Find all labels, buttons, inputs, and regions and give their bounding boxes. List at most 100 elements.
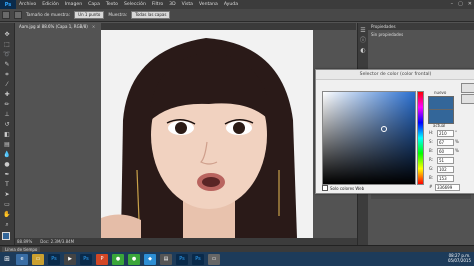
red-field-label: R: bbox=[429, 157, 434, 162]
quick-select-tool-icon[interactable]: ✎ bbox=[3, 61, 11, 69]
zoom-level[interactable]: 88.89% bbox=[17, 239, 32, 244]
menu-vista[interactable]: Vista bbox=[179, 2, 196, 7]
photoshop-taskbar-icon-2[interactable]: Ps bbox=[80, 253, 92, 265]
color-field[interactable] bbox=[322, 91, 416, 185]
system-clock[interactable]: 08:27 p.m. 05/07/2015 bbox=[448, 253, 471, 263]
menu-ventana[interactable]: Ventana bbox=[196, 2, 221, 7]
blur-tool-icon[interactable]: 💧 bbox=[3, 151, 11, 159]
app-green-icon[interactable]: ● bbox=[112, 253, 124, 265]
tools-panel: ✥ ⬚ ➰ ✎ ⌗ ⁄ ✚ ✏ ⊥ ↺ ◧ ▤ 💧 ● ✒ T ➤ ▭ ✋ ⌕ bbox=[0, 23, 15, 245]
marquee-tool-icon[interactable]: ⬚ bbox=[3, 41, 11, 49]
brush-tool-icon[interactable]: ✏ bbox=[3, 101, 11, 109]
photoshop-taskbar-icon[interactable]: Ps bbox=[48, 253, 60, 265]
menu-capa[interactable]: Capa bbox=[85, 2, 103, 7]
document-tab-bar: Aam.jpg al 88.6% (Capa 1, RGB/8) × bbox=[16, 23, 356, 30]
hue-input[interactable]: 210 bbox=[437, 130, 454, 137]
hex-input[interactable]: 336699 bbox=[435, 184, 460, 191]
sample-layers-select[interactable]: Todas las capas bbox=[131, 11, 171, 19]
document-canvas-image[interactable] bbox=[101, 30, 313, 238]
photoshop-taskbar-icon-4[interactable]: Ps bbox=[192, 253, 204, 265]
windows-taskbar: ⊞ e ▭ Ps ▶ Ps P ● ● ◆ ▤ Ps Ps ▭ 08:27 p.… bbox=[0, 252, 474, 266]
media-player-icon[interactable]: ▶ bbox=[64, 253, 76, 265]
adjustments-panel-icon[interactable]: ◐ bbox=[359, 47, 367, 55]
web-colors-label: Solo colores Web bbox=[330, 185, 365, 191]
menu-ayuda[interactable]: Ayuda bbox=[221, 2, 241, 7]
document-tab[interactable]: Aam.jpg al 88.6% (Capa 1, RGB/8) × bbox=[16, 23, 102, 30]
menu-filtro[interactable]: Filtro bbox=[149, 2, 166, 7]
app-green-icon-2[interactable]: ● bbox=[128, 253, 140, 265]
zoom-tool-icon[interactable]: ⌕ bbox=[3, 221, 11, 229]
foreground-color-swatch[interactable] bbox=[2, 232, 10, 240]
portrait-photo bbox=[101, 30, 313, 238]
menu-archivo[interactable]: Archivo bbox=[16, 2, 39, 7]
history-panel-icon[interactable]: ☰ bbox=[359, 27, 367, 35]
web-colors-checkbox[interactable] bbox=[322, 185, 328, 191]
dodge-tool-icon[interactable]: ● bbox=[3, 161, 11, 169]
clone-stamp-tool-icon[interactable]: ⊥ bbox=[3, 111, 11, 119]
cancel-button[interactable] bbox=[461, 94, 474, 104]
windows-start-icon[interactable]: ⊞ bbox=[0, 252, 14, 266]
red-input[interactable]: 51 bbox=[437, 157, 454, 164]
lasso-tool-icon[interactable]: ➰ bbox=[3, 51, 11, 59]
hue-slider[interactable] bbox=[417, 91, 424, 185]
current-color-swatch[interactable] bbox=[428, 109, 454, 124]
app-blue-icon[interactable]: ◆ bbox=[144, 253, 156, 265]
web-colors-option[interactable]: Solo colores Web bbox=[322, 185, 364, 191]
saturation-unit: % bbox=[455, 139, 459, 144]
brightness-field-label: B: bbox=[429, 148, 434, 153]
green-input[interactable]: 102 bbox=[437, 166, 454, 173]
window-controls: – ▢ ✕ bbox=[451, 1, 472, 7]
eraser-tool-icon[interactable]: ◧ bbox=[3, 131, 11, 139]
document-size: Doc: 2.3M/3.84M bbox=[40, 239, 75, 244]
path-select-tool-icon[interactable]: ➤ bbox=[3, 191, 11, 199]
menu-imagen[interactable]: Imagen bbox=[62, 2, 85, 7]
sample-size-select[interactable]: Un 1 punto bbox=[74, 11, 105, 19]
ok-button[interactable] bbox=[461, 83, 474, 93]
gradient-tool-icon[interactable]: ▤ bbox=[3, 141, 11, 149]
saturation-field-label: S: bbox=[429, 139, 433, 144]
photoshop-taskbar-icon-3[interactable]: Ps bbox=[176, 253, 188, 265]
status-bar: 88.89% Doc: 2.3M/3.84M bbox=[15, 238, 357, 245]
history-brush-tool-icon[interactable]: ↺ bbox=[3, 121, 11, 129]
menu-texto[interactable]: Texto bbox=[103, 2, 121, 7]
eyedropper-preset-icon[interactable] bbox=[2, 11, 10, 19]
menu-3d[interactable]: 3D bbox=[166, 2, 178, 7]
pen-tool-icon[interactable]: ✒ bbox=[3, 171, 11, 179]
menu-edicion[interactable]: Edición bbox=[39, 2, 62, 7]
hand-tool-icon[interactable]: ✋ bbox=[3, 211, 11, 219]
hue-unit: ° bbox=[455, 130, 457, 135]
color-picker-title: Selector de color (color frontal) bbox=[316, 70, 474, 80]
type-tool-icon[interactable]: T bbox=[3, 181, 11, 189]
green-field-label: G: bbox=[429, 166, 434, 171]
menu-bar: Ps Archivo Edición Imagen Capa Texto Sel… bbox=[0, 0, 474, 9]
explorer-icon[interactable]: ▭ bbox=[32, 253, 44, 265]
brightness-input[interactable]: 60 bbox=[437, 148, 454, 155]
app-icon[interactable]: ▭ bbox=[208, 253, 220, 265]
saturation-input[interactable]: 67 bbox=[437, 139, 454, 146]
blue-input[interactable]: 153 bbox=[437, 175, 454, 182]
properties-panel-header[interactable]: Propiedades bbox=[368, 23, 474, 30]
menu-seleccion[interactable]: Selección bbox=[121, 2, 149, 7]
properties-empty-text: Sin propiedades bbox=[371, 32, 404, 37]
tool-preset-dropdown-icon[interactable] bbox=[14, 11, 22, 19]
current-color-label: actual bbox=[433, 123, 446, 128]
sample-size-label: Tamaño de muestra: bbox=[26, 12, 71, 18]
shape-tool-icon[interactable]: ▭ bbox=[3, 201, 11, 209]
close-tab-icon[interactable]: × bbox=[92, 24, 95, 29]
maximize-button[interactable]: ▢ bbox=[458, 1, 463, 7]
brightness-unit: % bbox=[455, 148, 459, 153]
office-icon[interactable]: P bbox=[96, 253, 108, 265]
close-button[interactable]: ✕ bbox=[468, 1, 472, 7]
hue-field-label: H: bbox=[429, 130, 434, 135]
color-field-cursor[interactable] bbox=[381, 126, 387, 132]
ie-icon[interactable]: e bbox=[16, 253, 28, 265]
eyedropper-tool-icon[interactable]: ⁄ bbox=[3, 81, 11, 89]
hex-field-label: # bbox=[429, 184, 433, 189]
move-tool-icon[interactable]: ✥ bbox=[3, 31, 11, 39]
healing-brush-tool-icon[interactable]: ✚ bbox=[3, 91, 11, 99]
clock-date: 05/07/2015 bbox=[447, 258, 471, 263]
minimize-button[interactable]: – bbox=[451, 1, 454, 7]
properties-panel-icon[interactable]: ⓘ bbox=[359, 37, 367, 45]
crop-tool-icon[interactable]: ⌗ bbox=[3, 71, 11, 79]
app-grey-icon[interactable]: ▤ bbox=[160, 253, 172, 265]
